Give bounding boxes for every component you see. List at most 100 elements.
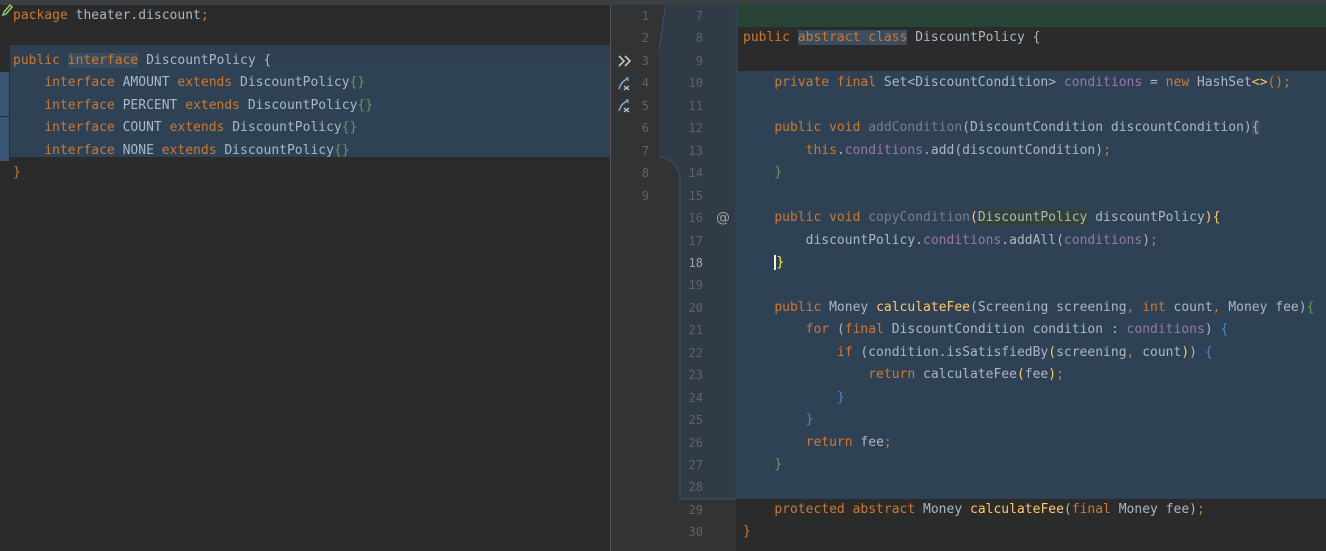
code-token: conditions xyxy=(1126,322,1205,338)
right-line-number: 8 xyxy=(695,31,703,46)
code-token: interface xyxy=(67,52,139,68)
code-token: { xyxy=(1251,120,1260,136)
right-code-line-16[interactable]: public void copyCondition(DiscountPolicy… xyxy=(743,207,1220,229)
right-code-line-25[interactable]: } xyxy=(743,409,814,431)
left-change-marker xyxy=(0,72,9,94)
left-code-line-7[interactable]: interface NONE extends DiscountPolicy{} xyxy=(13,140,349,162)
code-token: theater.discount xyxy=(75,8,201,23)
right-code-line-14[interactable]: } xyxy=(743,162,782,184)
code-token: protected abstract xyxy=(774,501,924,517)
code-token: DiscountPolicy xyxy=(232,120,342,136)
code-token: } xyxy=(774,165,783,181)
right-line-number: 30 xyxy=(688,525,703,540)
right-line-number: 7 xyxy=(695,9,703,23)
code-token: AMOUNT xyxy=(122,75,178,91)
code-token: } xyxy=(836,389,845,405)
right-code-line-13[interactable]: this.conditions.add(discountCondition); xyxy=(743,140,1111,162)
code-token: new xyxy=(1165,75,1197,91)
code-token: Money xyxy=(923,501,970,517)
right-code-line-22[interactable]: if (condition.isSatisfiedBy(screening, c… xyxy=(743,342,1213,364)
right-code-line-23[interactable]: return calculateFee(fee); xyxy=(743,364,1064,386)
code-token: ; xyxy=(1197,501,1205,517)
left-code-line-4[interactable]: interface AMOUNT extends DiscountPolicy{… xyxy=(13,72,365,94)
code-token: ) xyxy=(1189,344,1205,360)
code-token: extends xyxy=(185,97,248,113)
code-token: ( xyxy=(1048,344,1057,360)
code-token: calculateFee xyxy=(876,299,970,315)
right-line-number: 25 xyxy=(688,413,703,428)
right-code-line-18[interactable]: } xyxy=(743,252,785,274)
left-change-marker xyxy=(0,117,9,139)
code-token: { xyxy=(1306,299,1315,315)
left-code-line-5[interactable]: interface PERCENT extends DiscountPolicy… xyxy=(13,95,373,117)
left-code-line-8[interactable]: } xyxy=(13,162,21,184)
right-code-line-20[interactable]: public Money calculateFee(Screening scre… xyxy=(743,297,1314,319)
code-token: DiscountPolicy { xyxy=(907,30,1041,46)
code-token: (); xyxy=(1267,75,1291,91)
right-code-line-10[interactable]: private final Set<DiscountCondition> con… xyxy=(743,72,1291,94)
code-token: public void xyxy=(774,210,869,226)
code-token: interface xyxy=(44,97,123,113)
right-code-line-30[interactable]: } xyxy=(743,521,751,543)
right-code-line-17[interactable]: discountPolicy.conditions.addAll(conditi… xyxy=(743,230,1158,252)
code-token: public void xyxy=(774,120,869,136)
code-token: ; xyxy=(883,434,892,450)
code-token: fee xyxy=(860,434,884,450)
right-code-line-27[interactable]: } xyxy=(743,454,782,476)
code-token: . xyxy=(836,142,845,158)
apply-change-icon[interactable] xyxy=(615,75,633,93)
right-line-number: 15 xyxy=(688,188,703,203)
right-line-number: 11 xyxy=(688,98,703,113)
left-code-line-6[interactable]: interface COUNT extends DiscountPolicy{} xyxy=(13,117,357,139)
code-token: ; xyxy=(1150,232,1158,248)
code-token: DiscountCondition condition : xyxy=(891,322,1127,338)
code-token: , xyxy=(1126,299,1143,315)
left-line-number: 2 xyxy=(641,31,649,46)
code-token: abstract class xyxy=(797,30,908,46)
right-code-line-21[interactable]: for (final DiscountCondition condition :… xyxy=(743,319,1229,341)
code-token: NONE xyxy=(122,142,162,158)
right-code-line-24[interactable]: } xyxy=(743,387,845,409)
code-token: Money fee) xyxy=(1118,501,1197,517)
left-code-line-3[interactable]: public interface DiscountPolicy { xyxy=(13,50,271,72)
right-line-number: 19 xyxy=(688,278,703,293)
code-token: calculateFee xyxy=(923,367,1017,383)
merge-arrows-icon[interactable] xyxy=(616,52,634,70)
right-code-line-29[interactable]: protected abstract Money calculateFee(fi… xyxy=(743,499,1205,521)
left-line-number: 7 xyxy=(641,143,649,158)
right-line-number: 10 xyxy=(688,76,703,91)
code-token: DiscountPolicy xyxy=(247,97,358,113)
code-token: this xyxy=(805,142,837,158)
code-token: ; xyxy=(200,8,209,23)
apply-change-icon[interactable] xyxy=(615,97,633,115)
right-code-line-26[interactable]: return fee; xyxy=(743,432,892,454)
right-code-line-8[interactable]: public abstract class DiscountPolicy { xyxy=(743,27,1040,49)
right-code-line-12[interactable]: public void addCondition(DiscountConditi… xyxy=(743,117,1260,139)
code-token: ) xyxy=(1048,367,1057,383)
left-code-line-1[interactable]: package theater.discount; xyxy=(13,5,209,27)
code-token: DiscountPolicy { xyxy=(138,52,272,68)
code-token: count xyxy=(1142,344,1182,360)
override-at-icon[interactable]: @ xyxy=(714,209,732,227)
code-token: ; xyxy=(1103,142,1111,158)
left-line-number: 8 xyxy=(641,166,649,181)
code-token: interface xyxy=(44,120,123,136)
code-token: extends xyxy=(161,142,225,158)
code-token: } xyxy=(743,524,751,540)
code-token: if xyxy=(836,344,861,360)
code-token: Money xyxy=(829,299,877,315)
code-token: (DiscountCondition discountCondition) xyxy=(962,120,1252,136)
code-token: screening xyxy=(1056,344,1127,360)
code-token: { xyxy=(1204,344,1213,360)
code-token: (condition.isSatisfiedBy xyxy=(860,344,1049,360)
right-line-number: 9 xyxy=(695,53,703,68)
code-token: for xyxy=(805,322,837,338)
